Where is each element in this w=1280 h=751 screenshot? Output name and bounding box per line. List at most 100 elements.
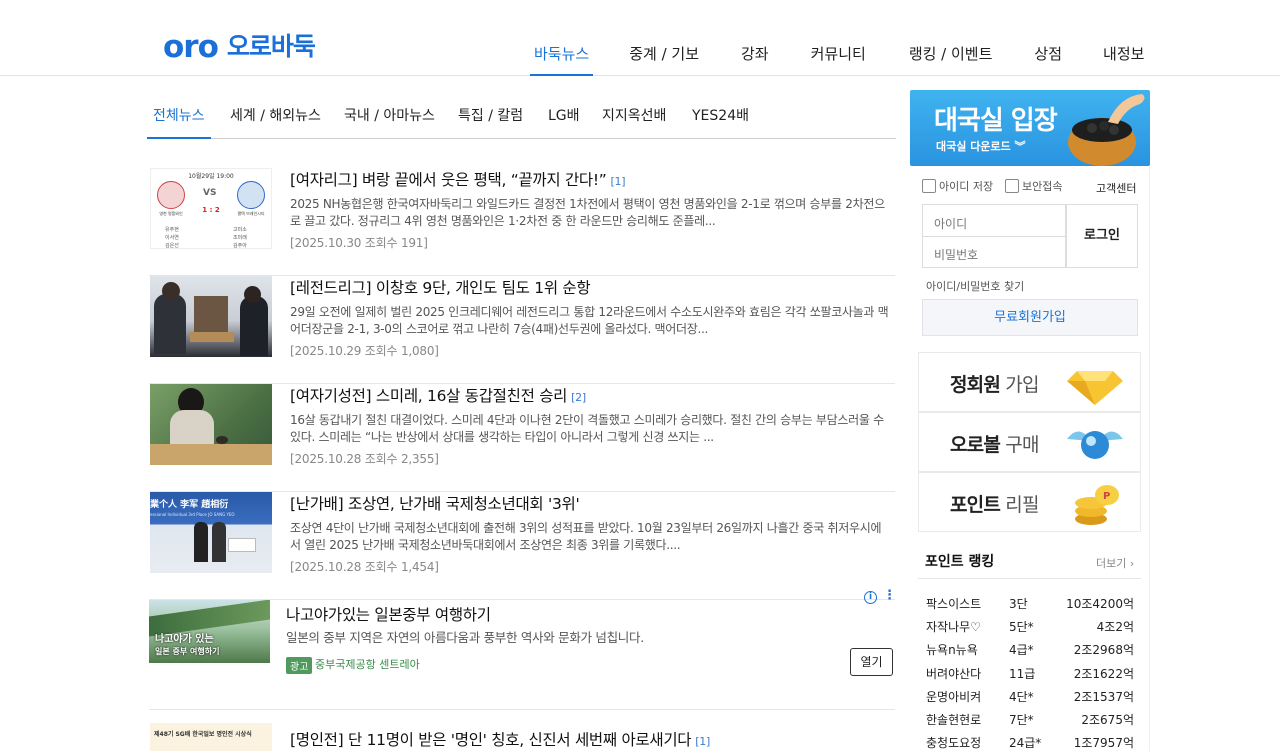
- ad-image-text: 일본 중부 여행하기: [155, 647, 220, 656]
- news-title[interactable]: [난가배] 조상연, 난가배 국제청소년대회 '3위': [290, 492, 580, 514]
- ad-open-button[interactable]: 열기: [850, 648, 893, 676]
- promo-label-rest: 가입: [1000, 374, 1039, 396]
- nav-community[interactable]: 커뮤니티: [811, 43, 866, 76]
- nav-broadcast[interactable]: 중계 / 기보: [629, 43, 699, 76]
- nav-lecture[interactable]: 강좌: [741, 43, 769, 76]
- news-thumbnail[interactable]: 제48기 SG배 한국일보 명인전 시상식: [150, 723, 272, 751]
- ad-source[interactable]: 중부국제공항 센트레아: [315, 656, 420, 672]
- ranking-row[interactable]: 운명아비켜 4단* 2조1537억: [926, 688, 1136, 708]
- ranking-row[interactable]: 한솔현현로 7단* 2조675억: [926, 711, 1136, 731]
- comment-count: [1]: [610, 175, 626, 188]
- promo-membership[interactable]: 정회원 가입: [918, 352, 1141, 412]
- ranking-row[interactable]: 자작나무♡ 5단* 4조2억: [926, 618, 1136, 638]
- secure-login-label: 보안접속: [1022, 180, 1063, 193]
- promo-point-refill[interactable]: 포인트 리필 P: [918, 472, 1141, 532]
- news-title-text: [난가배] 조상연, 난가배 국제청소년대회 '3위': [290, 495, 580, 513]
- news-meta: [2025.10.28 조회수 1,454]: [290, 560, 439, 574]
- thumb-caption: 業个人 李军 趙相衍: [150, 500, 229, 510]
- nav-my-info[interactable]: 내정보: [1103, 43, 1144, 76]
- news-category-tabs: 전체뉴스 세계 / 해외뉴스 국내 / 아마뉴스 특집 / 칼럼 LG배 지지옥…: [147, 97, 896, 139]
- news-title[interactable]: [명인전] 단 11명이 받은 '명인' 칭호, 신진서 세번째 아로새기다 [1…: [290, 728, 710, 750]
- id-input[interactable]: 아이디: [922, 204, 1066, 237]
- news-summary: 29일 오전에 일제히 벌린 2025 인크레디웨어 레전드리그 통합 12라운…: [290, 305, 889, 336]
- rank-name: 팍스이스트: [926, 597, 982, 611]
- ad-info-icon[interactable]: i: [864, 591, 877, 604]
- news-title[interactable]: [여자기성전] 스미레, 16살 동갑절친전 승리 [2]: [290, 384, 586, 406]
- ranking-row[interactable]: 팍스이스트 3단 10조4200억: [926, 595, 1136, 615]
- rank-grade: 4단*: [1009, 690, 1034, 704]
- news-thumbnail[interactable]: [150, 276, 272, 357]
- nav-baduk-news[interactable]: 바둑뉴스: [529, 43, 594, 76]
- site-logo[interactable]: oro 오로바둑: [163, 29, 316, 65]
- promo-label: 포인트 리필: [950, 490, 1039, 517]
- ad-description: 일본의 중부 지역은 자연의 아름다움과 풍부한 역사와 문화가 넘칩니다.: [286, 630, 644, 645]
- news-thumbnail[interactable]: 業个人 李军 趙相衍 essional Individual 3rd Place…: [150, 492, 272, 573]
- comment-count: [1]: [695, 735, 710, 748]
- promo-oroball[interactable]: 오로볼 구매: [918, 412, 1141, 472]
- thumb-score: 1 : 2: [202, 206, 220, 214]
- news-item[interactable]: 業个人 李军 趙相衍 essional Individual 3rd Place…: [149, 492, 895, 600]
- tab-jiji-cup[interactable]: 지지옥선배: [602, 105, 666, 138]
- promo-label-bold: 오로볼: [950, 434, 1001, 456]
- rank-points: 2조1537억: [1073, 690, 1134, 704]
- ad-title[interactable]: 나고야가있는 일본중부 여행하기: [286, 603, 491, 625]
- sponsored-ad[interactable]: 나고야가 있는 일본 중부 여행하기 나고야가있는 일본중부 여행하기 일본의 …: [149, 588, 896, 710]
- orb-icon: [1067, 431, 1123, 459]
- ranking-more-link[interactable]: 더보기 ›: [1096, 555, 1134, 571]
- point-ranking-title: 포인트 랭킹: [925, 554, 995, 570]
- ad-image[interactable]: 나고야가 있는 일본 중부 여행하기: [149, 600, 270, 663]
- secure-login-checkbox[interactable]: 보안접속: [1005, 178, 1062, 194]
- news-title[interactable]: [레전드리그] 이창호 9단, 개인도 팀도 1위 순항: [290, 276, 591, 298]
- find-id-password-link[interactable]: 아이디/비밀번호 찾기: [926, 278, 1024, 294]
- news-thumbnail[interactable]: [150, 384, 272, 465]
- news-summary: 조상연 4단이 난가배 국제청소년대회에 출전해 3위의 성적표를 받았다. 1…: [290, 521, 882, 552]
- news-item[interactable]: [레전드리그] 이창호 9단, 개인도 팀도 1위 순항 29일 오전에 일제히…: [149, 276, 895, 384]
- ad-more-options-icon[interactable]: ⋮: [883, 589, 896, 603]
- sidebar-divider: [1149, 166, 1150, 751]
- game-room-download-link[interactable]: 대국실 다운로드 ︾: [936, 138, 1026, 154]
- checkbox-icon[interactable]: [922, 179, 936, 193]
- game-room-entry-banner[interactable]: 대국실 입장 대국실 다운로드 ︾: [910, 90, 1150, 166]
- news-item[interactable]: [여자기성전] 스미레, 16살 동갑절친전 승리 [2] 16살 동갑내기 절친…: [149, 384, 895, 492]
- logo-mark: oro: [163, 29, 219, 65]
- rank-points: 2조1622억: [1073, 667, 1134, 681]
- news-meta: [2025.10.29 조회수 1,080]: [290, 344, 439, 358]
- nav-shop[interactable]: 상점: [1034, 43, 1062, 76]
- news-item[interactable]: 10월29일 19:00 VS 영천 명품와인 평택 브레인시티 1 : 2 유…: [149, 168, 895, 276]
- tab-yes24-cup[interactable]: YES24배: [692, 105, 749, 138]
- password-input[interactable]: 비밀번호: [922, 236, 1066, 268]
- nav-ranking-event[interactable]: 랭킹 / 이벤트: [909, 43, 993, 76]
- tab-domestic-news[interactable]: 국내 / 아마뉴스: [344, 105, 435, 138]
- news-summary: 16살 동갑내기 절친 대결이었다. 스미레 4단과 이나현 2단이 격돌했고 …: [290, 413, 884, 444]
- thumb-player: 김주아: [233, 243, 247, 249]
- news-thumbnail[interactable]: 10월29일 19:00 VS 영천 명품와인 평택 브레인시티 1 : 2 유…: [150, 168, 272, 249]
- news-summary: 2025 NH농협은행 한국여자바둑리그 와일드카드 결정전 1차전에서 평택이…: [290, 197, 885, 228]
- news-title-text: [레전드리그] 이창호 9단, 개인도 팀도 1위 순항: [290, 279, 591, 297]
- ranking-row[interactable]: 뉴욕n뉴욕 4급* 2조2968억: [926, 641, 1136, 661]
- rank-grade: 24급*: [1009, 736, 1042, 750]
- login-button[interactable]: 로그인: [1066, 204, 1138, 268]
- tab-world-news[interactable]: 세계 / 해외뉴스: [230, 105, 321, 138]
- news-meta: [2025.10.28 조회수 2,355]: [290, 452, 439, 466]
- rank-name: 뉴욕n뉴욕: [926, 643, 978, 657]
- game-room-entry-title: 대국실 입장: [934, 106, 1058, 136]
- save-id-label: 아이디 저장: [939, 180, 994, 193]
- thumb-player: 유주현: [165, 227, 179, 233]
- save-id-checkbox[interactable]: 아이디 저장: [922, 178, 993, 194]
- customer-center-link[interactable]: 고객센터: [1096, 180, 1136, 196]
- news-title-text: [여자기성전] 스미레, 16살 동갑절친전 승리: [290, 387, 568, 405]
- ranking-row[interactable]: 버려야산다 11급 2조1622억: [926, 665, 1136, 685]
- news-item[interactable]: 제48기 SG배 한국일보 명인전 시상식 [명인전] 단 11명이 받은 '명…: [149, 723, 895, 751]
- news-title-text: [명인전] 단 11명이 받은 '명인' 칭호, 신진서 세번째 아로새기다: [290, 731, 692, 749]
- news-title-text: [여자리그] 벼랑 끝에서 웃은 평택, “끝까지 간다!”: [290, 171, 607, 189]
- tab-all-news[interactable]: 전체뉴스: [147, 105, 211, 139]
- news-title[interactable]: [여자리그] 벼랑 끝에서 웃은 평택, “끝까지 간다!” [1]: [290, 168, 626, 190]
- coins-icon: P: [1075, 485, 1119, 525]
- rank-grade: 11급: [1009, 667, 1036, 681]
- tab-feature-column[interactable]: 특집 / 칼럼: [458, 105, 523, 138]
- tab-lg-cup[interactable]: LG배: [548, 105, 580, 138]
- signup-button[interactable]: 무료회원가입: [922, 299, 1138, 336]
- ranking-row[interactable]: 충청도요정 24급* 1조7957억: [926, 734, 1136, 751]
- ad-badge: 광고: [286, 657, 313, 674]
- checkbox-icon[interactable]: [1005, 179, 1019, 193]
